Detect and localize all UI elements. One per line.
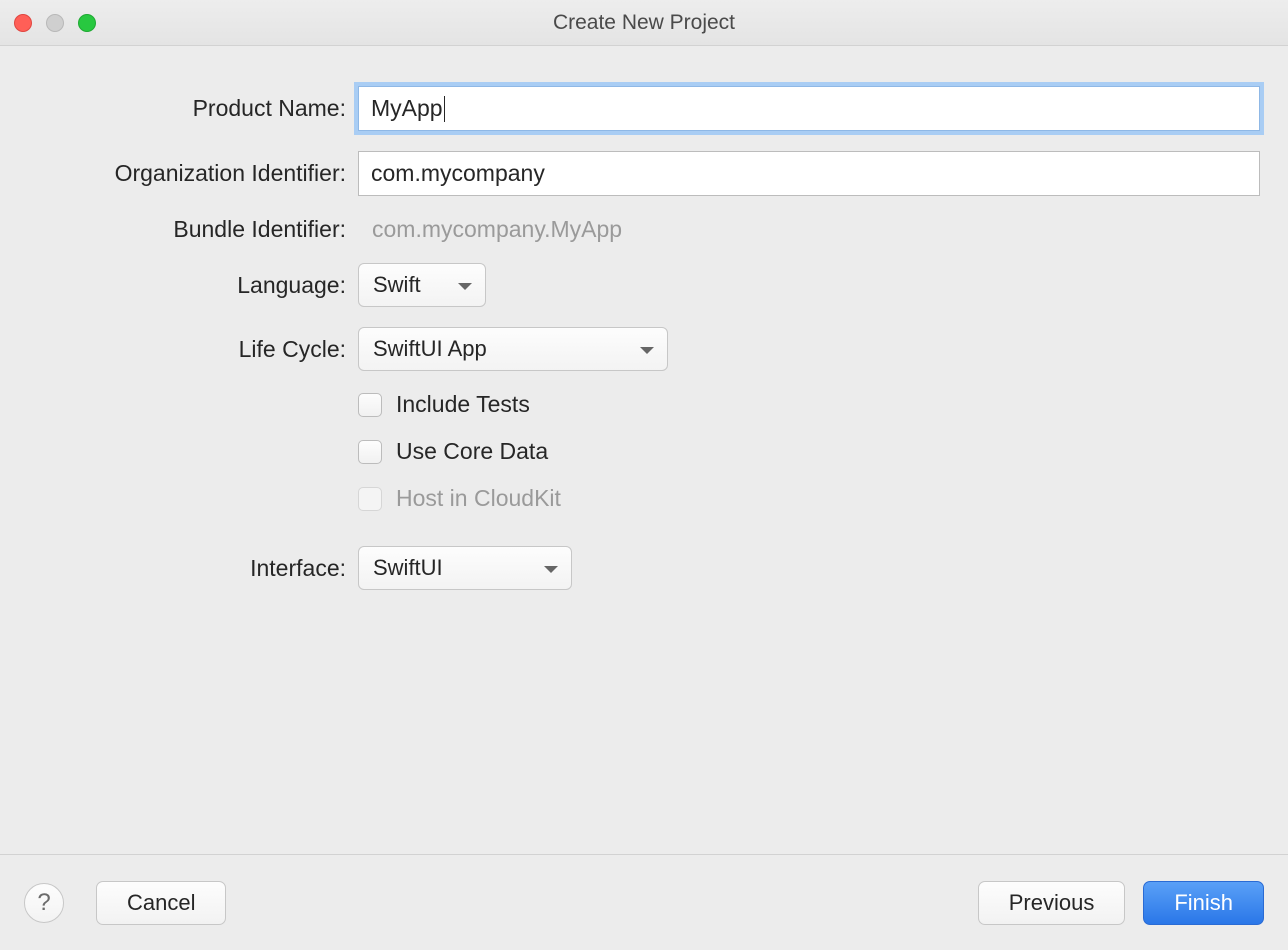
text-caret: [444, 96, 445, 122]
row-include-tests: Include Tests: [28, 391, 1260, 432]
maximize-icon[interactable]: [78, 14, 96, 32]
host-cloudkit-label: Host in CloudKit: [396, 485, 561, 512]
product-name-value: MyApp: [371, 95, 443, 122]
life-cycle-selected: SwiftUI App: [373, 336, 487, 362]
language-select[interactable]: Swift: [358, 263, 486, 307]
label-life-cycle: Life Cycle:: [28, 336, 358, 363]
use-core-data-checkbox[interactable]: [358, 440, 382, 464]
row-interface: Interface: SwiftUI: [28, 546, 1260, 590]
life-cycle-select[interactable]: SwiftUI App: [358, 327, 668, 371]
row-bundle-identifier: Bundle Identifier: com.mycompany.MyApp: [28, 216, 1260, 243]
label-bundle-identifier: Bundle Identifier:: [28, 216, 358, 243]
dialog-window: Create New Project Product Name: MyApp O…: [0, 0, 1288, 950]
include-tests-label: Include Tests: [396, 391, 530, 418]
minimize-icon: [46, 14, 64, 32]
host-cloudkit-checkbox: [358, 487, 382, 511]
org-identifier-value: com.mycompany: [371, 160, 545, 187]
form-content: Product Name: MyApp Organization Identif…: [0, 46, 1288, 854]
label-product-name: Product Name:: [28, 95, 358, 122]
row-product-name: Product Name: MyApp: [28, 86, 1260, 131]
include-tests-checkbox[interactable]: [358, 393, 382, 417]
help-button[interactable]: ?: [24, 883, 64, 923]
row-use-core-data: Use Core Data: [28, 438, 1260, 479]
row-language: Language: Swift: [28, 263, 1260, 307]
chevron-down-icon: [457, 272, 473, 298]
titlebar: Create New Project: [0, 0, 1288, 46]
cancel-button[interactable]: Cancel: [96, 881, 226, 925]
row-host-cloudkit: Host in CloudKit: [28, 485, 1260, 526]
label-org-identifier: Organization Identifier:: [28, 160, 358, 187]
bundle-identifier-value: com.mycompany.MyApp: [358, 216, 622, 243]
label-language: Language:: [28, 272, 358, 299]
previous-button[interactable]: Previous: [978, 881, 1126, 925]
interface-selected: SwiftUI: [373, 555, 443, 581]
language-selected: Swift: [373, 272, 421, 298]
cancel-label: Cancel: [127, 890, 195, 916]
footer: ? Cancel Previous Finish: [0, 854, 1288, 950]
row-org-identifier: Organization Identifier: com.mycompany: [28, 151, 1260, 196]
help-icon: ?: [37, 889, 50, 917]
chevron-down-icon: [639, 336, 655, 362]
org-identifier-input[interactable]: com.mycompany: [358, 151, 1260, 196]
finish-button[interactable]: Finish: [1143, 881, 1264, 925]
interface-select[interactable]: SwiftUI: [358, 546, 572, 590]
traffic-lights: [14, 14, 96, 32]
finish-label: Finish: [1174, 890, 1233, 916]
row-life-cycle: Life Cycle: SwiftUI App: [28, 327, 1260, 371]
previous-label: Previous: [1009, 890, 1095, 916]
label-interface: Interface:: [28, 555, 358, 582]
product-name-input[interactable]: MyApp: [358, 86, 1260, 131]
use-core-data-label: Use Core Data: [396, 438, 548, 465]
close-icon[interactable]: [14, 14, 32, 32]
window-title: Create New Project: [0, 11, 1288, 35]
chevron-down-icon: [543, 555, 559, 581]
